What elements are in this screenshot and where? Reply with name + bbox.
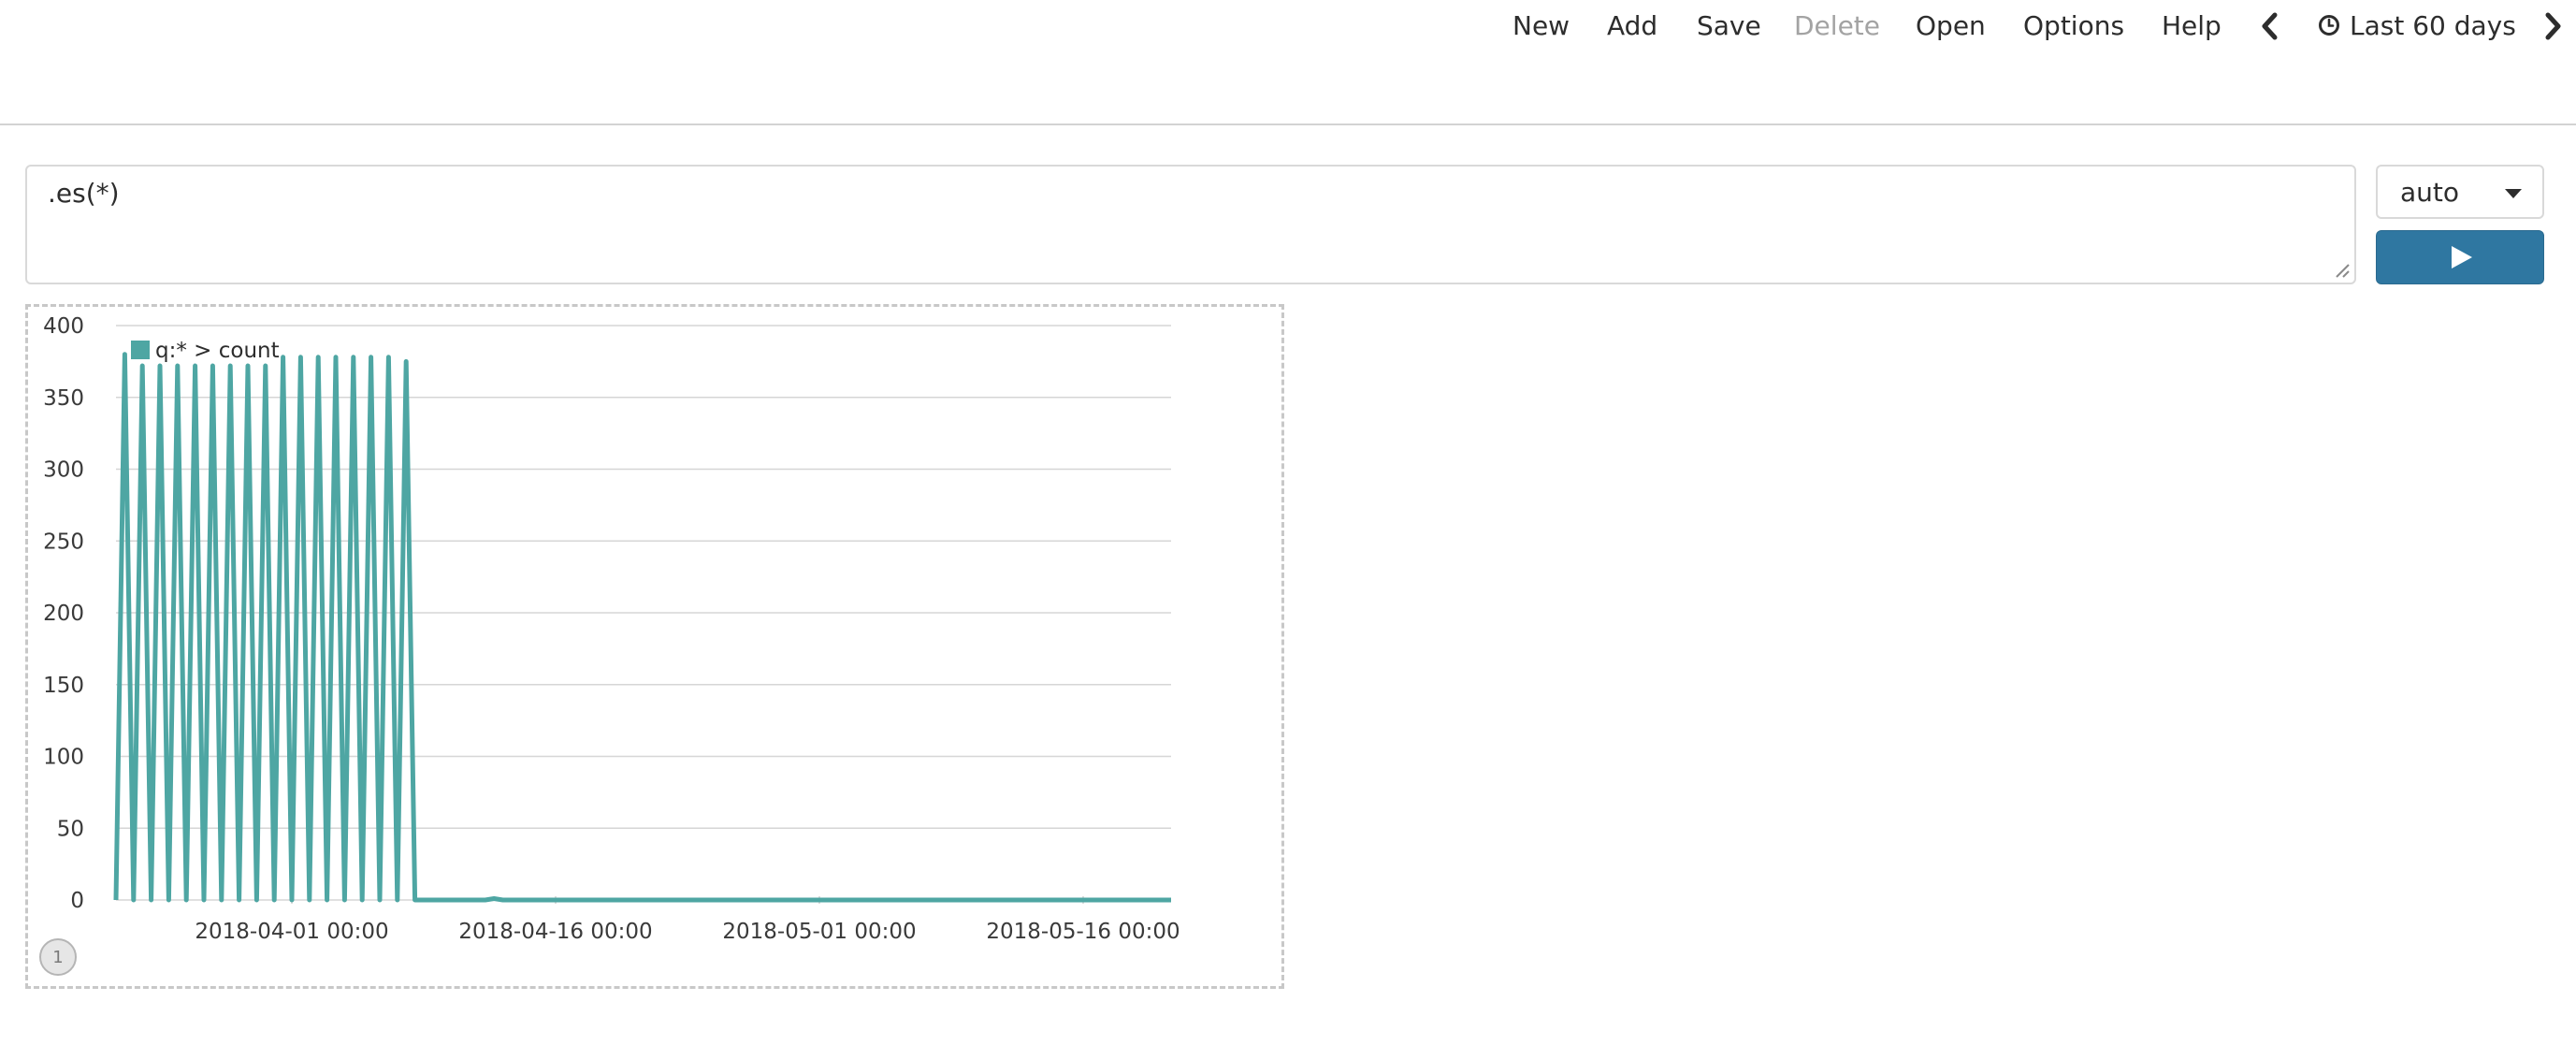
delete-button[interactable]: Delete <box>1794 7 1880 45</box>
chevron-left-icon[interactable] <box>2258 10 2282 42</box>
legend[interactable]: q:* > count <box>131 339 280 363</box>
y-tick-label: 200 <box>43 602 84 626</box>
top-nav-bar: New Add Save Delete Open Options Help La… <box>0 0 2576 125</box>
legend-label: q:* > count <box>155 339 280 363</box>
x-tick-label: 2018-04-16 00:00 <box>458 920 652 944</box>
clock-icon <box>2319 15 2339 36</box>
series-layer <box>113 352 1171 903</box>
chart: 0 50 100 150 200 250 300 350 400 2018-04-01 00:0… <box>39 314 1180 976</box>
x-tick-label: 2018-05-16 00:00 <box>986 920 1179 944</box>
y-tick-label: 150 <box>43 674 84 698</box>
x-axis-ticks: 2018-04-01 00:00 2018-04-16 00:00 2018-05-… <box>195 896 1180 944</box>
help-button[interactable]: Help <box>2162 7 2221 45</box>
panel-index-badge[interactable]: 1 <box>39 938 77 976</box>
y-tick-label: 400 <box>43 314 84 339</box>
series-line-0 <box>113 352 1171 903</box>
expression-text: .es(*) <box>48 178 120 209</box>
x-tick-label: 2018-05-01 00:00 <box>722 920 916 944</box>
y-tick-label: 100 <box>43 746 84 770</box>
options-button[interactable]: Options <box>2023 7 2124 45</box>
add-button[interactable]: Add <box>1607 7 1657 45</box>
time-range-label: Last 60 days <box>2350 10 2516 41</box>
caret-down-icon <box>2505 189 2522 198</box>
y-tick-label: 50 <box>57 817 84 841</box>
x-tick-label: 2018-04-01 00:00 <box>195 920 388 944</box>
interval-select[interactable]: auto <box>2376 165 2544 219</box>
play-icon <box>2452 246 2472 269</box>
save-button[interactable]: Save <box>1697 7 1761 45</box>
expression-input[interactable]: .es(*) <box>25 165 2356 284</box>
interval-value: auto <box>2400 177 2460 208</box>
y-tick-label: 0 <box>70 889 84 913</box>
chevron-right-icon[interactable] <box>2540 10 2565 42</box>
y-axis-ticks: 0 50 100 150 200 250 300 350 400 <box>43 314 84 913</box>
run-button[interactable] <box>2376 230 2544 284</box>
y-tick-label: 350 <box>43 386 84 411</box>
open-button[interactable]: Open <box>1916 7 1986 45</box>
new-button[interactable]: New <box>1512 7 1570 45</box>
resize-grip-icon[interactable] <box>2334 262 2351 279</box>
panel-index-label: 1 <box>52 948 63 967</box>
time-range-picker[interactable]: Last 60 days <box>2318 7 2516 45</box>
y-tick-label: 300 <box>43 458 84 483</box>
legend-swatch <box>131 341 150 359</box>
chart-panel[interactable]: 0 50 100 150 200 250 300 350 400 2018-04-01 00:0… <box>25 304 1284 989</box>
y-tick-label: 250 <box>43 530 84 554</box>
